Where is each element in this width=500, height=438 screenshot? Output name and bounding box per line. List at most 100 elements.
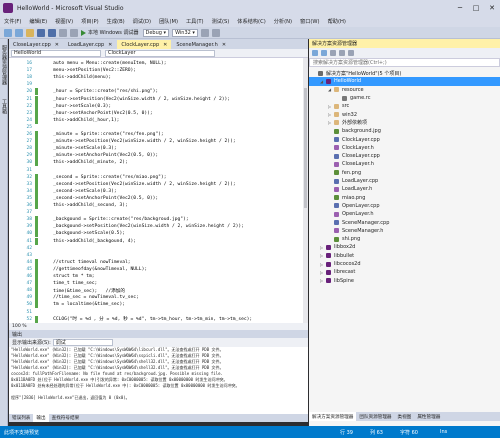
tree-item[interactable]: ▷ win32 <box>328 111 357 119</box>
menu-item[interactable]: 分析(N) <box>274 18 292 25</box>
find-icon[interactable] <box>200 28 209 37</box>
tree-item[interactable]: LoadLayer.h <box>328 185 372 193</box>
tree-item[interactable]: ▷ libbox2d <box>320 243 355 251</box>
tree-item[interactable]: ▷ libbullet <box>320 252 354 260</box>
output-tab[interactable]: 查找符号结果 <box>49 414 83 422</box>
tree-item[interactable]: CloseLayer.cpp <box>328 152 380 160</box>
expand-arrow-icon[interactable]: ▷ <box>328 104 333 109</box>
home-icon[interactable] <box>330 50 336 56</box>
solution-explorer-toolbar <box>309 48 500 58</box>
menu-item[interactable]: 项目(P) <box>81 18 99 25</box>
menu-item[interactable]: 生成(B) <box>107 18 125 25</box>
tab-closelayer-cpp[interactable]: CloseLayer.cpp ✕ <box>9 40 63 49</box>
output-tab[interactable]: 错误列表 <box>9 414 33 422</box>
zoom-level[interactable]: 100 % <box>12 324 27 329</box>
expand-arrow-icon[interactable]: ◢ <box>328 87 333 92</box>
close-icon[interactable]: ✕ <box>55 42 59 48</box>
back-icon[interactable] <box>4 28 12 37</box>
collapse-all-icon[interactable] <box>348 50 354 56</box>
tree-item[interactable]: ▷ libcocos2d <box>320 260 361 268</box>
line-number: 42 <box>26 245 32 251</box>
output-source-select[interactable]: 调试 <box>52 339 113 346</box>
tree-item[interactable]: OpenLayer.h <box>328 210 374 218</box>
tree-item[interactable]: ClockLayer.h <box>328 144 374 152</box>
menu-item[interactable]: 文件(F) <box>4 18 21 25</box>
tree-item[interactable]: LoadLayer.cpp <box>328 177 378 185</box>
tree-item[interactable]: ▷ libSpine <box>320 277 354 285</box>
back-icon[interactable] <box>312 50 318 56</box>
tab-clocklayer-cpp[interactable]: ClockLayer.cpp ✕ <box>117 40 172 49</box>
tree-item[interactable]: background.jpg <box>328 127 381 135</box>
comment-icon[interactable] <box>211 28 220 37</box>
tab-scenemanager-h[interactable]: SceneManager.h ✕ <box>172 40 230 49</box>
start-debugging-button[interactable]: 本地 Windows 调试器 <box>81 29 139 36</box>
expand-arrow-icon[interactable]: ▷ <box>320 245 325 250</box>
panel-tab[interactable]: 解决方案资源管理器 <box>309 412 357 421</box>
open-folder-icon[interactable] <box>26 28 34 37</box>
expand-arrow-icon[interactable]: ▷ <box>328 120 333 125</box>
output-tab[interactable]: 输出 <box>33 414 49 422</box>
close-icon[interactable]: ✕ <box>163 42 167 48</box>
menu-item[interactable]: 帮助(H) <box>328 18 346 25</box>
tree-item[interactable]: SceneManager.cpp <box>328 218 389 226</box>
zoom-bar: 100 % <box>9 323 308 330</box>
toolbox-tab[interactable]: 工具箱 <box>1 99 8 114</box>
menu-item[interactable]: 体系结构(C) <box>237 18 265 25</box>
tab-loadlayer-cpp[interactable]: LoadLayer.cpp ✕ <box>64 40 116 49</box>
code-editor[interactable]: 16 auto menu = Menu::create(menuItem, NU… <box>9 58 308 323</box>
panel-tab[interactable]: 类视图 <box>395 412 415 421</box>
close-button[interactable]: ✕ <box>484 0 500 16</box>
solution-search-input[interactable]: 搜索解决方案资源管理器(Ctrl+;) <box>309 58 500 67</box>
menu-item[interactable]: 调试(D) <box>133 18 151 25</box>
close-icon[interactable]: ✕ <box>222 42 226 48</box>
tree-item[interactable]: CloseLayer.h <box>328 160 374 168</box>
undo-icon[interactable] <box>59 28 67 37</box>
menu-item[interactable]: 工具(T) <box>186 18 204 25</box>
save-all-icon[interactable] <box>48 28 56 37</box>
tree-item[interactable]: shi.png <box>328 235 360 243</box>
change-marker <box>35 167 38 174</box>
tree-item[interactable]: SceneManager.h <box>328 227 383 235</box>
tree-item[interactable]: fen.png <box>328 169 361 177</box>
panel-tab[interactable]: 团队资源管理器 <box>356 412 394 421</box>
status-char: 字符 60 <box>400 430 418 436</box>
tree-item[interactable]: game.rc <box>336 94 370 102</box>
expand-arrow-icon[interactable]: ▷ <box>328 112 333 117</box>
save-icon[interactable] <box>37 28 45 37</box>
tree-item[interactable]: OpenLayer.cpp <box>328 202 380 210</box>
maximize-button[interactable]: □ <box>468 0 484 16</box>
menu-item[interactable]: 窗口(W) <box>300 18 320 25</box>
tree-item[interactable]: 解决方案"HelloWorld"(5 个项目) <box>312 69 401 77</box>
output-log[interactable]: "HelloWorld.exe" (Win32): 已加载 "C:\Window… <box>9 347 308 414</box>
tree-item[interactable]: ▷ src <box>328 102 349 110</box>
forward-icon[interactable] <box>15 28 23 37</box>
forward-icon[interactable] <box>321 50 327 56</box>
navigation-bar: HelloWorld ClockLayer <box>9 49 308 58</box>
menu-item[interactable]: 团队(M) <box>159 18 178 25</box>
redo-icon[interactable] <box>70 28 78 37</box>
close-icon[interactable]: ✕ <box>108 42 112 48</box>
tree-item[interactable]: ClockLayer.cpp <box>328 135 380 143</box>
panel-tab[interactable]: 属性管理器 <box>414 412 443 421</box>
configuration-select[interactable]: Debug ▾ <box>142 28 170 37</box>
scope-dropdown[interactable]: ClockLayer <box>105 49 215 57</box>
project-dropdown[interactable]: HelloWorld <box>11 49 101 57</box>
tree-item[interactable]: miao.png <box>328 194 365 202</box>
minimize-button[interactable]: ─ <box>452 0 468 16</box>
expand-arrow-icon[interactable]: ▷ <box>320 278 325 283</box>
menu-item[interactable]: 编辑(E) <box>29 18 47 25</box>
tree-item[interactable]: ◢ resource <box>328 86 364 94</box>
tree-item[interactable]: ▷ librecast <box>320 268 355 276</box>
server-explorer-tab[interactable]: 服务器资源管理器 <box>1 45 8 85</box>
tree-item[interactable]: ◢ HelloWorld <box>309 77 500 86</box>
expand-arrow-icon[interactable]: ▷ <box>320 253 325 258</box>
platform-select[interactable]: Win32 ▾ <box>172 28 198 37</box>
menu-item[interactable]: 视图(V) <box>55 18 73 25</box>
menu-item[interactable]: 测试(S) <box>212 18 230 25</box>
expand-arrow-icon[interactable]: ▷ <box>320 270 325 275</box>
tree-item[interactable]: ▷ 外部依赖项 <box>328 119 367 127</box>
code-line: 23 _hour->setAnchorPoint(Vec2(0.5, 0)); <box>9 109 308 117</box>
refresh-icon[interactable] <box>339 50 345 56</box>
expand-arrow-icon[interactable]: ▷ <box>320 262 325 267</box>
expand-arrow-icon[interactable]: ◢ <box>320 79 325 84</box>
